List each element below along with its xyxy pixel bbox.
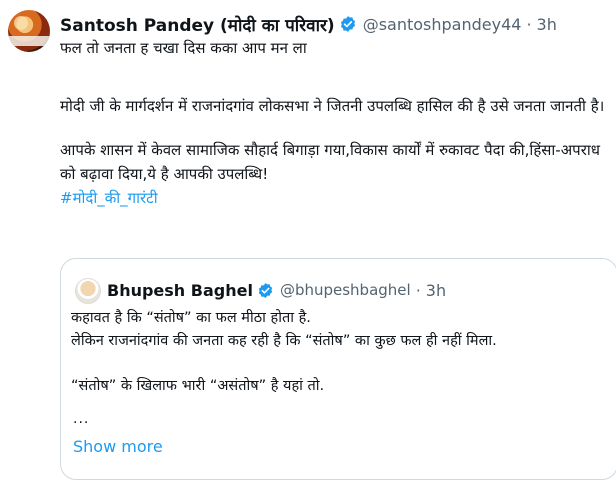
avatar-highlight [14,16,28,30]
quoted-header-separator: · [415,280,421,300]
quoted-line-2: लेकिन राजनांदगांव की जनता कह रही है कि “… [71,333,497,349]
tweet-paragraph-2: मोदी जी के मार्गदर्शन में राजनांदगांव लो… [60,97,605,115]
quoted-author-avatar[interactable] [75,278,101,304]
quoted-body: कहावत है कि “संतोष” का फल मीठा होता है. … [71,307,611,398]
author-avatar[interactable] [8,10,50,52]
quoted-ellipsis: ... [73,411,90,427]
quoted-line-3: “संतोष” के खिलाफ भारी “असंतोष” है यहां त… [71,378,325,394]
quoted-line-1: कहावत है कि “संतोष” का फल मीठा होता है. [71,310,311,326]
tweet-timestamp[interactable]: 3h [537,15,557,34]
quoted-tweet[interactable]: Bhupesh Baghel @bhupeshbaghel · 3h कहावत… [60,258,616,480]
avatar-band [8,36,50,46]
header-separator: · [526,14,532,34]
tweet-header: Santosh Pandey (मोदी का परिवार) @santosh… [60,12,557,36]
verified-badge-icon [258,282,273,298]
verified-badge-icon [340,16,355,32]
tweet-card[interactable]: Santosh Pandey (मोदी का परिवार) @santosh… [0,0,616,480]
show-more-link[interactable]: Show more [73,437,163,456]
tweet-body: फल तो जनता ह चखा दिस कका आप मन ला मोदी ज… [60,36,608,210]
quoted-author-name[interactable]: Bhupesh Baghel [107,281,253,300]
author-handle[interactable]: @santoshpandey44 [363,15,522,34]
quoted-author-handle[interactable]: @bhupeshbaghel [280,281,411,299]
tweet-line-1: फल तो जनता ह चखा दिस कका आप मन ला [60,39,307,57]
quoted-header: Bhupesh Baghel @bhupeshbaghel · 3h [107,277,446,303]
author-name[interactable]: Santosh Pandey (मोदी का परिवार) [60,13,335,36]
tweet-paragraph-3: आपके शासन में केवल सामाजिक सौहार्द बिगाड… [60,141,600,183]
hashtag-link[interactable]: #मोदी_की_गारंटी [60,186,608,210]
quoted-timestamp[interactable]: 3h [426,281,446,300]
